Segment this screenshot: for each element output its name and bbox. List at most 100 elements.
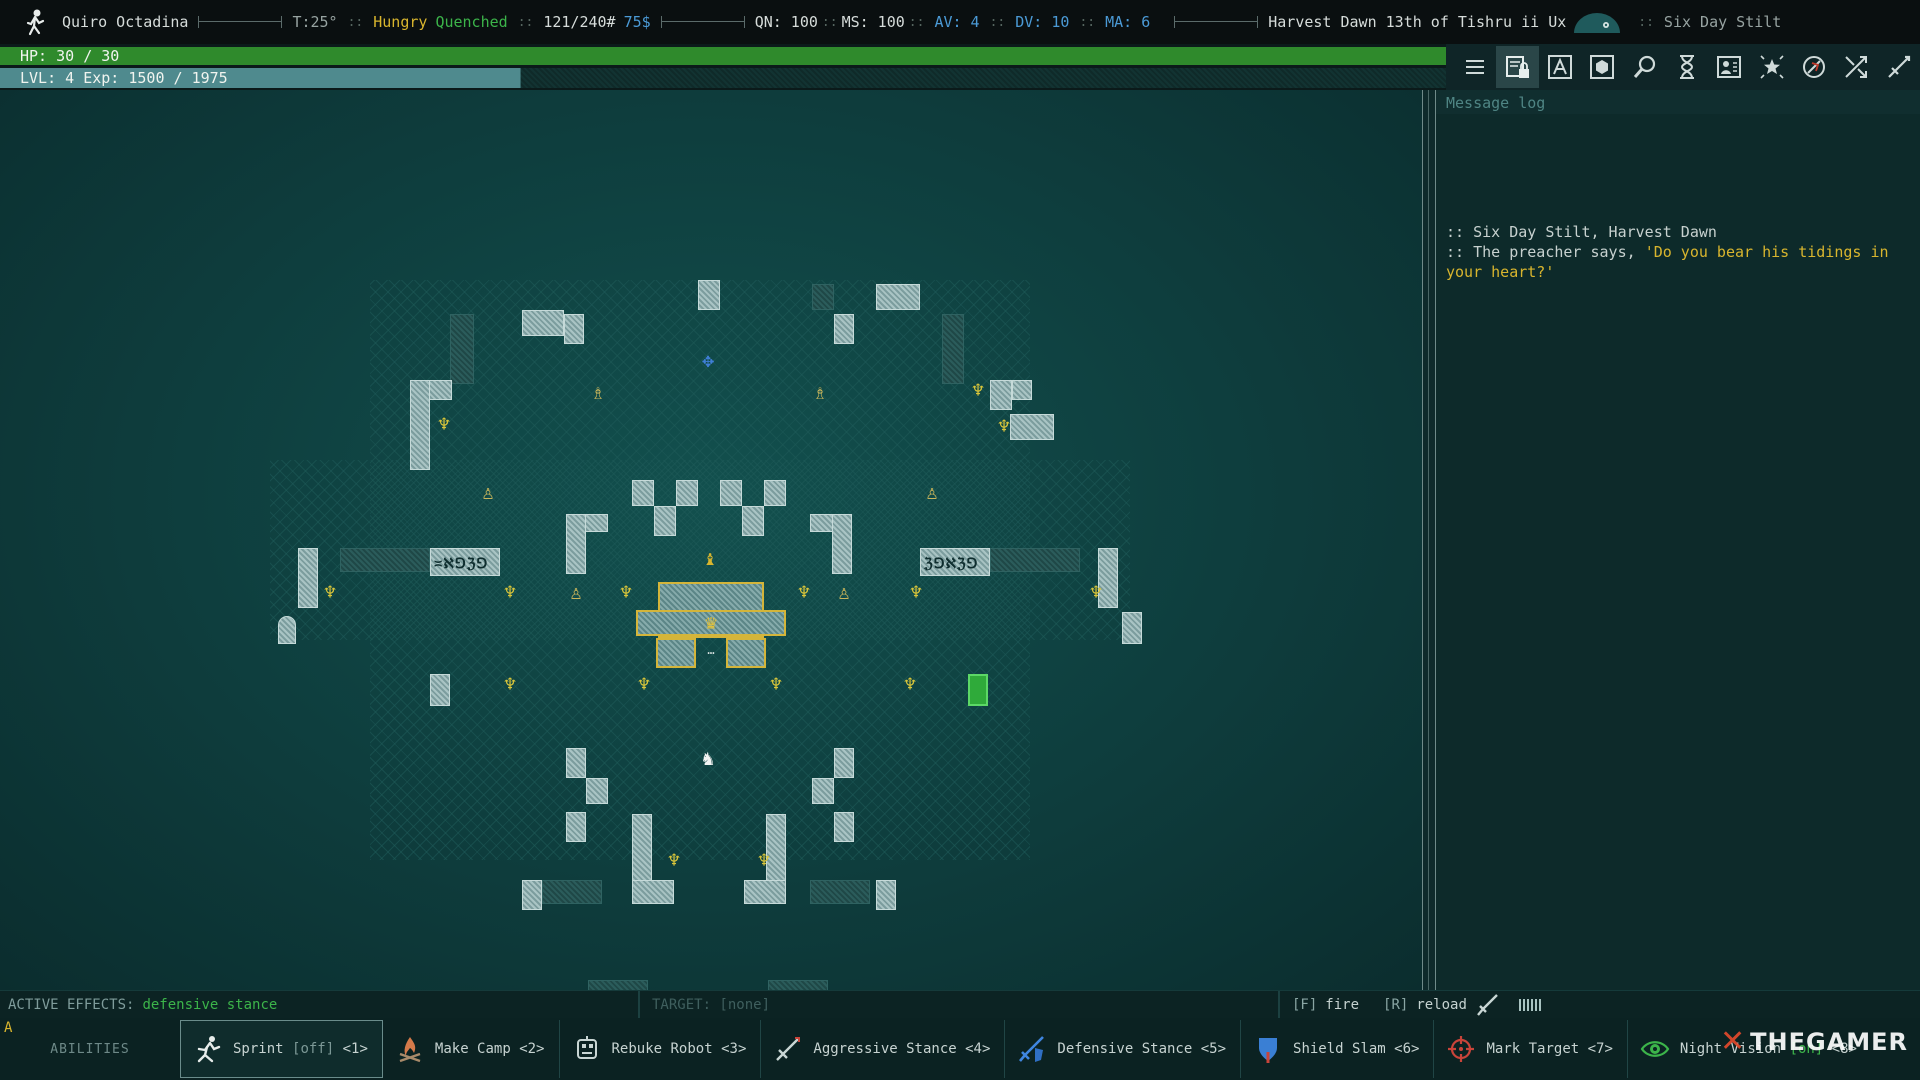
ability-name: Defensive Stance	[1057, 1041, 1193, 1057]
altar-step	[726, 638, 766, 668]
crown-icon[interactable]: ♛	[701, 612, 721, 632]
altar-step	[656, 638, 696, 668]
npc-sprite[interactable]: ♙	[566, 582, 586, 602]
message-log-panel: Message log :: Six Day Stilt, Harvest Da…	[1436, 90, 1920, 990]
wall-unseen	[340, 548, 430, 572]
carry-weight: 121/240#	[543, 13, 616, 31]
separator: ::	[517, 14, 534, 30]
fire-button[interactable]: fire	[1325, 997, 1359, 1013]
watermark-x-icon: ✕	[1720, 1024, 1747, 1059]
factions-button[interactable]	[1751, 46, 1793, 88]
reload-button[interactable]: reload	[1416, 997, 1467, 1013]
crossing-arrows-icon	[1845, 56, 1868, 78]
attack-button[interactable]	[1878, 46, 1920, 88]
wall	[522, 880, 542, 910]
quests-button[interactable]	[1793, 46, 1835, 88]
ability-name: Rebuke Robot	[611, 1041, 713, 1057]
ability-name: Sprint	[233, 1041, 284, 1057]
green-door[interactable]	[968, 674, 988, 706]
ability-name: Aggressive Stance	[813, 1041, 957, 1057]
wall	[654, 506, 676, 536]
sword-icon	[776, 1037, 801, 1061]
npc-sprite[interactable]: ♗	[810, 382, 830, 402]
message-item: :: The preacher says, 'Do you bear his t…	[1446, 242, 1916, 282]
map-area[interactable]: ≍ℵ⅁ℨ⅁ ℨ⅁ℵℨ⅁ ♛ … ♆ ♆ ♆ ♆ ♆ ♆ ♆ ♆ ♆ ♆ ♆ ♆ …	[250, 180, 1150, 990]
ammo-tick	[1538, 998, 1541, 1011]
inventory-button[interactable]	[1581, 46, 1623, 88]
watermark-text: THEGAMER	[1750, 1027, 1909, 1056]
wall	[298, 548, 318, 608]
ammo-tick	[1518, 998, 1521, 1011]
auto-explore-button[interactable]	[1835, 46, 1877, 88]
reload-key: [R]	[1383, 996, 1409, 1013]
npc-sprite[interactable]: ♙	[478, 482, 498, 502]
message-item: :: Six Day Stilt, Harvest Dawn	[1446, 222, 1916, 242]
shield-icon	[1259, 1038, 1278, 1063]
message-list: :: Six Day Stilt, Harvest Dawn :: The pr…	[1446, 222, 1916, 282]
character-button[interactable]	[1496, 46, 1539, 88]
look-button[interactable]	[1623, 46, 1665, 88]
ability-aggressive-stance[interactable]: Aggressive Stance <4>	[761, 1020, 1006, 1078]
money: 75$	[623, 13, 651, 31]
hourglass-icon	[1679, 55, 1694, 79]
temperature: T:25°	[292, 13, 338, 31]
star-icon	[1760, 55, 1784, 79]
message-prefix: ::	[1446, 243, 1474, 261]
ability-defensive-stance[interactable]: Defensive Stance <5>	[1005, 1020, 1242, 1078]
panel-splitter[interactable]	[1422, 90, 1436, 990]
ability-shield-slam[interactable]: Shield Slam <6>	[1241, 1020, 1435, 1078]
status-line: ACTIVE EFFECTS: defensive stance TARGET:…	[0, 990, 1920, 1018]
ability-sprint[interactable]: Sprint [off] <1>	[180, 1020, 383, 1078]
wall	[698, 280, 720, 310]
campfire-icon	[399, 1037, 421, 1063]
wall-glyphs: ≍ℵ⅁ℨ⅁	[434, 556, 489, 572]
ammo-tick	[1522, 998, 1525, 1011]
blue-creature-sprite[interactable]: ✥	[698, 350, 718, 370]
wall	[812, 778, 834, 804]
preacher-sprite[interactable]: ♝	[700, 548, 720, 568]
player-avatar-icon[interactable]	[22, 8, 48, 36]
ammo-tick	[1530, 998, 1533, 1011]
toolbar	[1446, 44, 1920, 90]
journal-button[interactable]	[1708, 46, 1750, 88]
abilities-hotkey: A	[4, 1020, 13, 1036]
torch-sprite: ♆	[797, 580, 811, 604]
ability-name: Make Camp	[434, 1041, 511, 1057]
player-sprite[interactable]: ♞	[698, 748, 718, 768]
separator: ::	[1079, 14, 1096, 30]
hp-bar: HP: 30 / 30	[0, 47, 1446, 65]
altar-marker: …	[707, 643, 715, 657]
active-effects-label: ACTIVE EFFECTS:	[8, 996, 135, 1013]
arched-door[interactable]	[278, 616, 296, 644]
npc-sprite[interactable]: ♙	[834, 582, 854, 602]
separator	[1174, 16, 1259, 28]
wall	[764, 480, 786, 506]
abilities-button[interactable]	[1539, 46, 1581, 88]
game-map[interactable]: ≍ℵ⅁ℨ⅁ ℨ⅁ℵℨ⅁ ♛ … ♆ ♆ ♆ ♆ ♆ ♆ ♆ ♆ ♆ ♆ ♆ ♆ …	[0, 90, 1422, 990]
separator: ::	[908, 14, 925, 30]
moon-phase-icon	[1574, 13, 1621, 33]
player-name: Quiro Octadina	[62, 13, 189, 31]
ability-make-camp[interactable]: Make Camp <2>	[383, 1020, 560, 1078]
wall	[632, 480, 654, 506]
ability-rebuke-robot[interactable]: Rebuke Robot <3>	[560, 1020, 762, 1078]
wall	[586, 778, 608, 804]
torch-sprite: ♆	[619, 580, 633, 604]
hp-label: HP: 30 / 30	[20, 47, 120, 65]
wall	[1010, 414, 1054, 440]
npc-sprite[interactable]: ♗	[588, 382, 608, 402]
wall	[834, 812, 854, 842]
wait-button[interactable]	[1666, 46, 1708, 88]
ammo-gauge	[1518, 998, 1541, 1011]
menu-button[interactable]	[1454, 46, 1496, 88]
npc-sprite[interactable]: ♙	[922, 482, 942, 502]
hunger-status: Hungry	[373, 13, 428, 31]
torch-sprite: ♆	[757, 848, 771, 872]
ability-mark-target[interactable]: Mark Target <7>	[1434, 1020, 1628, 1078]
abilities-bar: A ABILITIES Sprint [off] <1> Make Camp <…	[0, 1018, 1920, 1080]
message-log-title: Message log	[1446, 94, 1546, 112]
wall-unseen	[588, 980, 648, 990]
abilities-label: ABILITIES	[50, 1041, 130, 1057]
wall	[410, 380, 430, 470]
locked-page-icon	[1505, 56, 1529, 78]
